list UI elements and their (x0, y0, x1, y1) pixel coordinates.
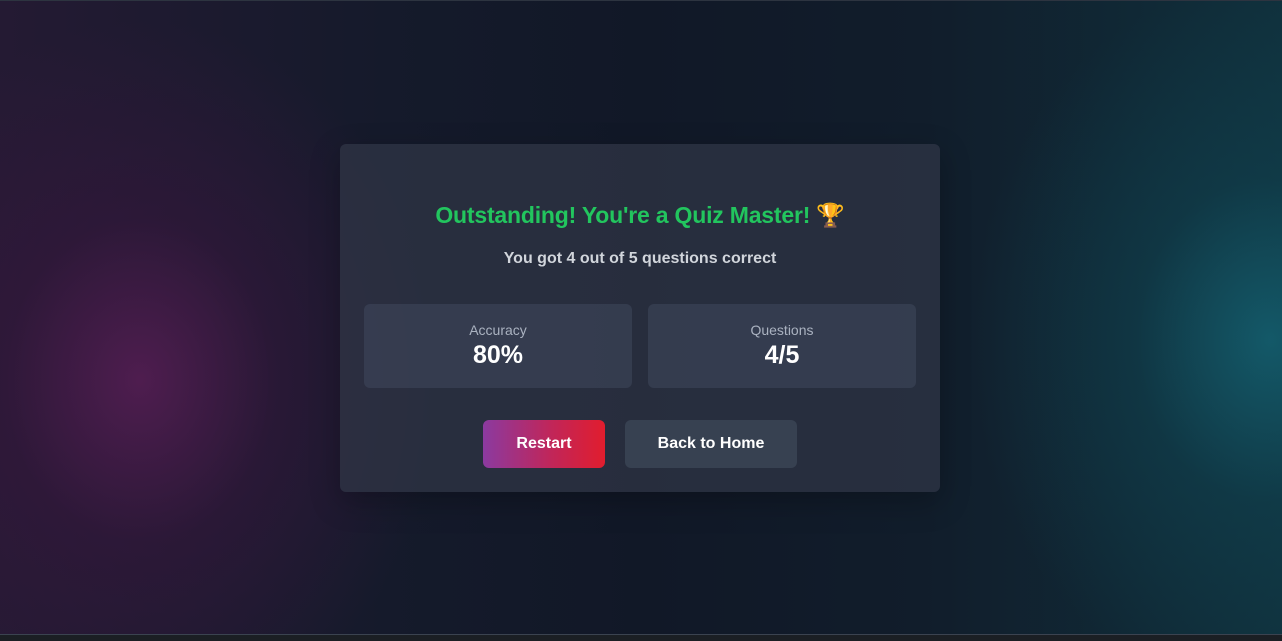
accuracy-stat-card: Accuracy 80% (364, 304, 632, 388)
window-bottom-bar (0, 634, 1282, 641)
window-top-border (0, 0, 1282, 1)
result-title-text: Outstanding! You're a Quiz Master! (435, 202, 811, 228)
questions-stat-card: Questions 4/5 (648, 304, 916, 388)
quiz-result-card: Outstanding! You're a Quiz Master! 🏆 You … (340, 144, 940, 492)
questions-value: 4/5 (764, 341, 800, 369)
questions-label: Questions (750, 322, 814, 338)
result-summary: You got 4 out of 5 questions correct (503, 250, 777, 267)
trophy-icon: 🏆 (816, 203, 845, 229)
accuracy-value: 80% (472, 341, 524, 369)
result-title: Outstanding! You're a Quiz Master! 🏆 (340, 202, 940, 229)
restart-button[interactable]: Restart (483, 420, 605, 468)
back-to-home-button[interactable]: Back to Home (625, 420, 797, 468)
accuracy-label: Accuracy (469, 322, 527, 338)
